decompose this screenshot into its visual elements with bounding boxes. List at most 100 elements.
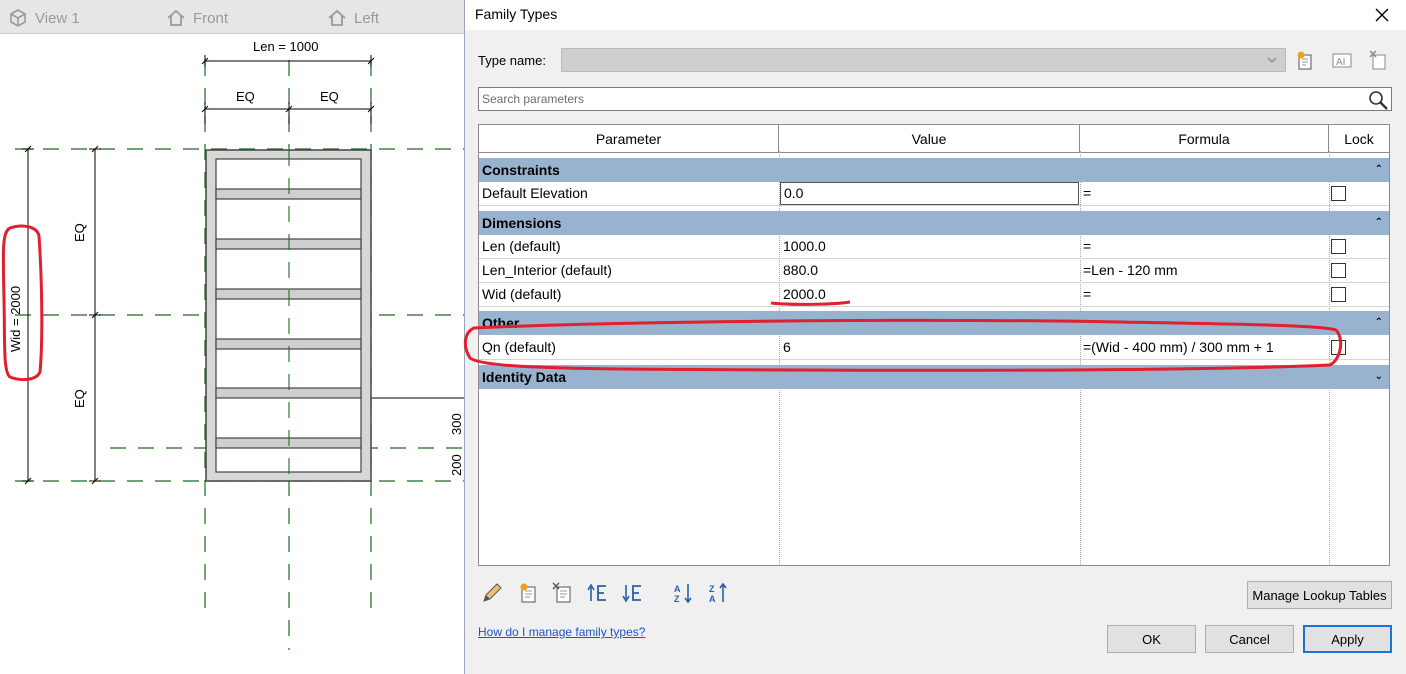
- param-name: Qn (default): [482, 339, 556, 355]
- param-value[interactable]: 2000.0: [780, 283, 1079, 306]
- param-value[interactable]: 880.0: [780, 259, 1079, 282]
- param-name: Default Elevation: [482, 185, 588, 201]
- close-icon: [1375, 8, 1389, 22]
- view-tab-label: Front: [193, 9, 229, 27]
- len-dimension-label: Len = 1000: [253, 39, 318, 54]
- param-row-default-elevation: Default Elevation 0.0 =: [479, 182, 1389, 206]
- edit-parameter-button[interactable]: [480, 581, 504, 605]
- param-name: Len_Interior (default): [482, 262, 612, 278]
- collapse-icon[interactable]: ⌃: [1375, 158, 1383, 182]
- param-value[interactable]: 6: [780, 336, 1079, 359]
- eq-label: EQ: [72, 223, 87, 242]
- param-row-len-interior: Len_Interior (default) 880.0 =Len - 120 …: [479, 259, 1389, 283]
- move-down-button[interactable]: [621, 581, 645, 605]
- move-up-icon: [587, 583, 606, 601]
- move-up-button[interactable]: [586, 581, 610, 605]
- param-formula[interactable]: =Len - 120 mm: [1080, 259, 1329, 282]
- group-identity-data[interactable]: Identity Data ⌄: [479, 365, 1389, 389]
- view-tabs: View 1 Front Left: [0, 0, 466, 34]
- param-name: Len (default): [482, 238, 561, 254]
- param-formula[interactable]: =: [1080, 182, 1329, 205]
- view-tab-label: Left: [354, 9, 380, 27]
- parameters-grid: Parameter Value Formula Lock Constraints…: [478, 124, 1390, 566]
- delete-parameter-button[interactable]: [551, 581, 575, 605]
- column-header-lock[interactable]: Lock: [1329, 125, 1389, 153]
- eq-vertical-dimension: [89, 145, 101, 485]
- apply-button[interactable]: Apply: [1303, 625, 1392, 653]
- search-icon[interactable]: [1367, 89, 1389, 111]
- sort-ascending-icon: A Z: [674, 584, 692, 604]
- column-header-formula[interactable]: Formula: [1080, 125, 1329, 153]
- manage-lookup-tables-button[interactable]: Manage Lookup Tables: [1247, 581, 1392, 609]
- new-type-icon: [1297, 51, 1312, 70]
- dim-200-label: 200: [449, 454, 464, 476]
- param-row-len: Len (default) 1000.0 =: [479, 235, 1389, 259]
- view-tab-3d[interactable]: View 1: [8, 7, 80, 29]
- dialog-title: Family Types: [475, 6, 558, 22]
- group-label: Dimensions: [482, 215, 562, 231]
- column-header-value[interactable]: Value: [779, 125, 1080, 153]
- param-name: Wid (default): [482, 286, 562, 302]
- expand-icon[interactable]: ⌄: [1375, 365, 1383, 389]
- type-name-label: Type name:: [478, 53, 546, 68]
- dialog-titlebar: Family Types: [465, 0, 1406, 30]
- type-name-select[interactable]: [561, 48, 1286, 72]
- lock-checkbox[interactable]: [1331, 186, 1346, 201]
- help-link[interactable]: How do I manage family types?: [478, 625, 645, 639]
- cube-icon: [10, 9, 26, 27]
- len-dimension: [201, 55, 375, 67]
- delete-parameter-icon: [552, 582, 571, 603]
- chevron-down-icon: [1267, 57, 1277, 63]
- svg-text:Z: Z: [709, 584, 715, 594]
- collapse-icon[interactable]: ⌃: [1375, 211, 1383, 235]
- param-value[interactable]: 1000.0: [780, 235, 1079, 258]
- lock-checkbox[interactable]: [1331, 340, 1346, 355]
- eq-label: EQ: [236, 89, 255, 104]
- house-icon: [328, 9, 346, 26]
- collapse-icon[interactable]: ⌃: [1375, 311, 1383, 335]
- house-icon: [167, 9, 185, 26]
- move-down-icon: [622, 585, 641, 603]
- view-tab-front[interactable]: Front: [166, 7, 228, 29]
- param-formula[interactable]: =: [1080, 283, 1329, 306]
- param-value-input[interactable]: 0.0: [780, 182, 1079, 205]
- lock-checkbox[interactable]: [1331, 263, 1346, 278]
- group-label: Constraints: [482, 162, 560, 178]
- svg-text:A: A: [709, 594, 716, 604]
- family-types-dialog: Family Types Type name: AI Search parame…: [464, 0, 1406, 674]
- svg-text:A: A: [674, 584, 681, 594]
- param-row-wid: Wid (default) 2000.0 =: [479, 283, 1389, 307]
- group-other[interactable]: Other ⌃: [479, 311, 1389, 335]
- group-label: Identity Data: [482, 369, 567, 385]
- close-button[interactable]: [1371, 4, 1393, 26]
- sort-ascending-button[interactable]: A Z: [672, 581, 696, 605]
- eq-label: EQ: [72, 389, 87, 408]
- group-dimensions[interactable]: Dimensions ⌃: [479, 211, 1389, 235]
- sort-descending-button[interactable]: Z A: [707, 581, 731, 605]
- cancel-button[interactable]: Cancel: [1205, 625, 1294, 653]
- new-parameter-icon: [520, 583, 536, 603]
- group-label: Other: [482, 315, 520, 331]
- drawing-canvas[interactable]: Len = 1000 EQ EQ Wid = 2000 EQ EQ 300 20…: [0, 35, 466, 674]
- eq-horizontal-dimension: [201, 102, 375, 124]
- svg-text:AI: AI: [1336, 57, 1345, 68]
- search-input[interactable]: [479, 88, 1359, 110]
- param-formula[interactable]: =: [1080, 235, 1329, 258]
- lock-checkbox[interactable]: [1331, 239, 1346, 254]
- delete-type-icon: [1369, 50, 1386, 70]
- rename-icon: AI: [1332, 53, 1352, 68]
- sort-descending-icon: Z A: [709, 582, 727, 604]
- rename-type-button[interactable]: AI: [1331, 49, 1353, 71]
- pencil-icon: [483, 583, 502, 602]
- param-formula[interactable]: =(Wid - 400 mm) / 300 mm + 1: [1080, 336, 1329, 359]
- view-tab-left[interactable]: Left: [327, 7, 379, 29]
- group-constraints[interactable]: Constraints ⌃: [479, 158, 1389, 182]
- ok-button[interactable]: OK: [1107, 625, 1196, 653]
- param-row-qn: Qn (default) 6 =(Wid - 400 mm) / 300 mm …: [479, 336, 1389, 360]
- new-type-button[interactable]: [1294, 49, 1316, 71]
- delete-type-button[interactable]: [1367, 49, 1389, 71]
- lock-checkbox[interactable]: [1331, 287, 1346, 302]
- new-parameter-button[interactable]: [516, 581, 540, 605]
- column-header-parameter[interactable]: Parameter: [479, 125, 779, 153]
- svg-text:Z: Z: [674, 594, 680, 604]
